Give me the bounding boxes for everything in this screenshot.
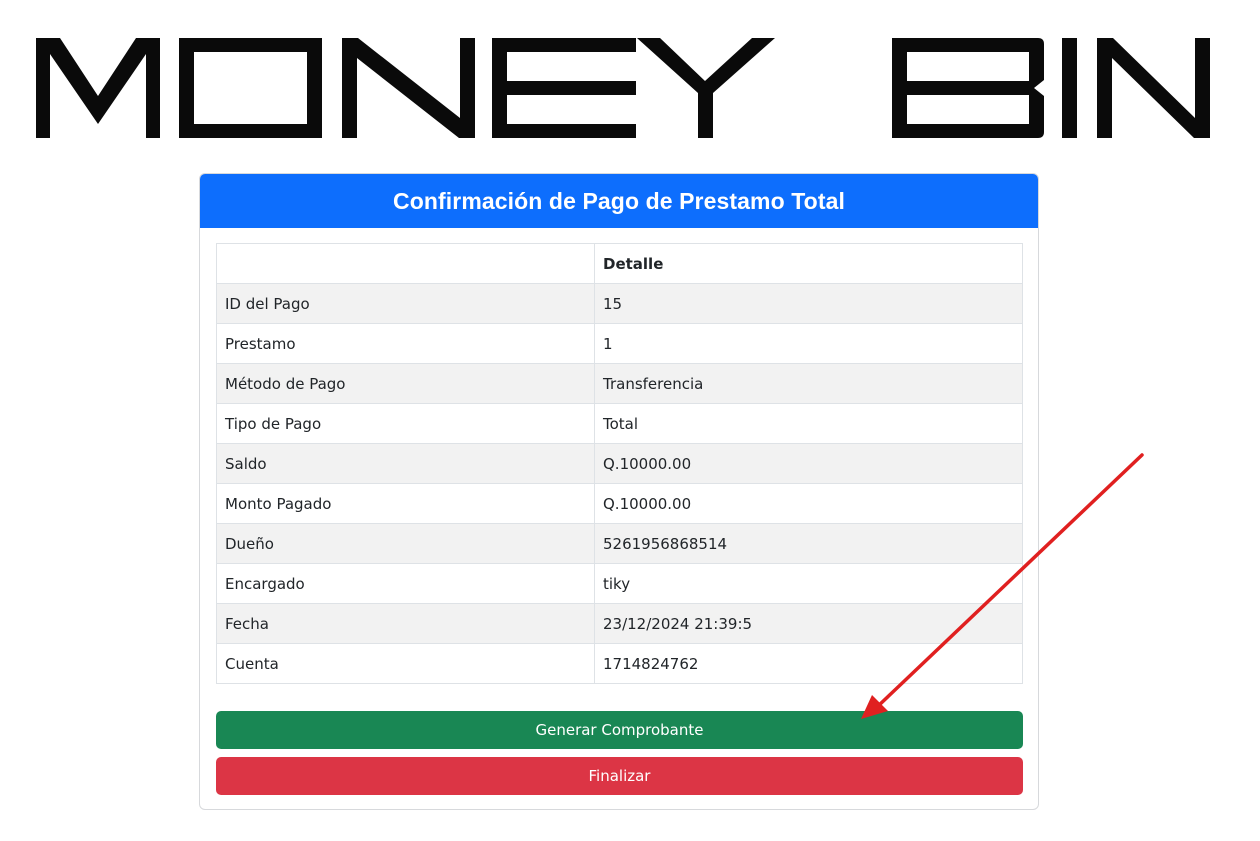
payment-confirmation-card: Confirmación de Pago de Prestamo Total D… (199, 173, 1039, 810)
row-label: Prestamo (216, 323, 595, 364)
table-row: Tipo de Pago Total (216, 403, 1023, 444)
row-label: Dueño (216, 523, 595, 564)
row-value: Transferencia (594, 363, 1023, 404)
table-header-row: Detalle (216, 243, 1023, 284)
table-row: Saldo Q.10000.00 (216, 443, 1023, 484)
generate-receipt-button[interactable]: Generar Comprobante (216, 711, 1023, 749)
row-value: Q.10000.00 (594, 483, 1023, 524)
payment-detail-table: Detalle ID del Pago 15 Prestamo 1 Método… (216, 243, 1023, 684)
row-value: 23/12/2024 21:39:5 (594, 603, 1023, 644)
row-label: Método de Pago (216, 363, 595, 404)
table-row: Fecha 23/12/2024 21:39:5 (216, 603, 1023, 644)
row-label: ID del Pago (216, 283, 595, 324)
money-bin-logo (36, 38, 1210, 138)
row-value: Q.10000.00 (594, 443, 1023, 484)
table-header-empty (216, 243, 595, 284)
row-label: Monto Pagado (216, 483, 595, 524)
table-row: Encargado tiky (216, 563, 1023, 604)
row-label: Encargado (216, 563, 595, 604)
row-value: 1714824762 (594, 643, 1023, 684)
row-value: Total (594, 403, 1023, 444)
table-header-detalle: Detalle (594, 243, 1023, 284)
row-label: Saldo (216, 443, 595, 484)
table-row: Cuenta 1714824762 (216, 643, 1023, 684)
row-label: Cuenta (216, 643, 595, 684)
table-row: Prestamo 1 (216, 323, 1023, 364)
row-label: Fecha (216, 603, 595, 644)
row-value: 15 (594, 283, 1023, 324)
finish-button[interactable]: Finalizar (216, 757, 1023, 795)
row-value: 1 (594, 323, 1023, 364)
table-row: Método de Pago Transferencia (216, 363, 1023, 404)
table-row: ID del Pago 15 (216, 283, 1023, 324)
row-label: Tipo de Pago (216, 403, 595, 444)
row-value: tiky (594, 563, 1023, 604)
row-value: 5261956868514 (594, 523, 1023, 564)
table-row: Dueño 5261956868514 (216, 523, 1023, 564)
card-title: Confirmación de Pago de Prestamo Total (200, 174, 1038, 228)
table-row: Monto Pagado Q.10000.00 (216, 483, 1023, 524)
